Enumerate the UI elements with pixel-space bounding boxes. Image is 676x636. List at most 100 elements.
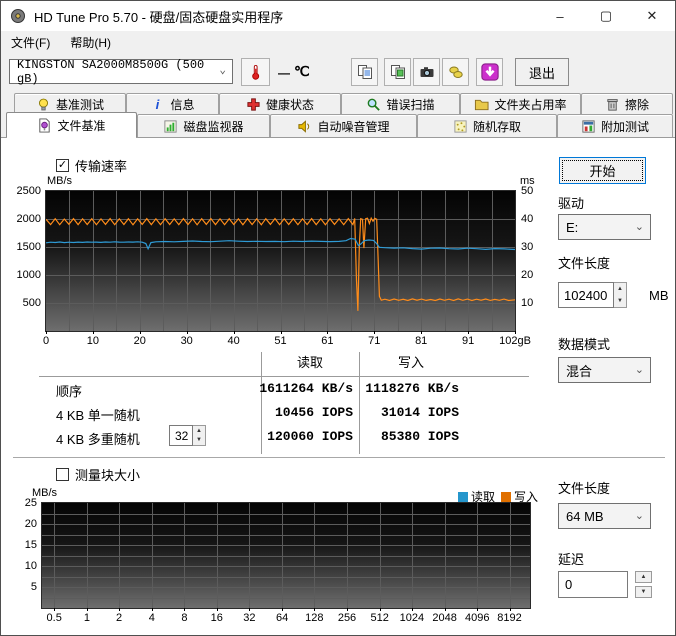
bulb-icon <box>38 98 48 110</box>
info-icon: i <box>156 97 160 112</box>
axis-tick-mark <box>468 331 470 334</box>
row-label-sequential: 顺序 <box>56 384 83 399</box>
axis-tick-label: 102gB <box>499 335 531 347</box>
column-header-write: 写入 <box>397 355 424 370</box>
temperature-unit: ℃ <box>294 63 310 79</box>
delay-spinner[interactable]: ▲ ▼ <box>635 571 652 598</box>
spin-down-icon[interactable]: ▼ <box>193 436 205 446</box>
row-label-4k-single: 4 KB 单一随机 <box>56 408 140 423</box>
delay-value: 0 <box>565 577 573 592</box>
axis-tick-label: 256 <box>337 612 357 624</box>
start-button[interactable]: 开始 <box>559 157 646 184</box>
selected-tab-connector <box>7 137 136 138</box>
delay-input[interactable]: 0 <box>558 571 628 598</box>
copy-image-button[interactable] <box>384 58 411 86</box>
maximize-button[interactable]: ▢ <box>583 1 629 31</box>
4k-multi-write-value: 85380 IOPS <box>380 429 459 444</box>
axis-tick-label: 512 <box>370 612 389 624</box>
axis-tick-mark <box>151 608 153 611</box>
tab-auto-acoustic[interactable]: 自动噪音管理 <box>270 114 417 137</box>
queue-depth-spinner[interactable]: 32 ▲ ▼ <box>169 425 206 446</box>
bar-chart-icon <box>164 119 178 133</box>
chevron-down-icon: ⌄ <box>634 509 644 522</box>
random-dots-icon <box>454 119 467 133</box>
update-button[interactable] <box>476 58 503 86</box>
file-length-spinner[interactable]: 102400 ▲ ▼ <box>558 282 627 308</box>
tab-error-scan[interactable]: 错误扫描 <box>341 93 460 114</box>
thermometer-icon <box>252 64 260 80</box>
tab-folder-usage[interactable]: 文件夹占用率 <box>460 93 581 114</box>
copy-image-icon <box>390 65 405 79</box>
checkbox-unchecked[interactable] <box>56 468 69 481</box>
data-mode-value: 混合 <box>566 363 593 379</box>
spin-up-icon[interactable]: ▲ <box>193 426 205 436</box>
axis-tick-label: 30 <box>521 241 534 253</box>
sequential-write-value: 1118276 KB/s <box>365 381 459 396</box>
tab-label: 基准测试 <box>55 97 104 112</box>
spin-up-icon[interactable]: ▲ <box>635 571 652 583</box>
close-button[interactable]: ✕ <box>629 1 675 31</box>
menu-file[interactable]: 文件(F) <box>1 31 60 53</box>
spin-down-icon[interactable]: ▼ <box>614 295 626 307</box>
axis-tick-label: 1500 <box>16 241 41 253</box>
spinner-buttons[interactable]: ▲ ▼ <box>193 425 206 446</box>
file-benchmark-panel: ✓ 传输速率 MB/s ms 0 10 20 30 40 51 61 71 81 91 102gB 2… <box>1 137 675 635</box>
axis-tick-mark <box>184 608 186 611</box>
tab-health[interactable]: 健康状态 <box>219 93 341 114</box>
axis-tick-label: 64 <box>275 612 289 624</box>
axis-tick-label: 15 <box>24 539 37 551</box>
tab-info[interactable]: i 信息 <box>126 93 219 114</box>
spin-down-icon[interactable]: ▼ <box>635 586 652 598</box>
axis-tick-label: 61 <box>321 335 334 347</box>
screenshot-button[interactable] <box>413 58 440 86</box>
table-header-rule <box>39 376 529 377</box>
axis-tick-mark <box>249 608 251 611</box>
axis-tick-label: 91 <box>461 335 475 347</box>
temperature-button[interactable] <box>241 58 270 86</box>
drive-dropdown[interactable]: E: ⌄ <box>558 214 651 240</box>
axis-tick-label: 40 <box>521 213 534 225</box>
chevron-down-icon: ⌄ <box>634 363 644 376</box>
axis-tick-label: 51 <box>274 335 287 347</box>
axis-tick-label: 81 <box>415 335 428 347</box>
tab-extra-tests[interactable]: 附加测试 <box>557 114 673 137</box>
axis-tick-mark <box>515 331 516 334</box>
app-disk-icon <box>11 9 25 23</box>
transfer-rate-chart: 0 10 20 30 40 51 61 71 81 91 102gB 2500 2000 1500 1000… <box>17 185 534 347</box>
transfer-rate-checkbox[interactable]: ✓ 传输速率 <box>56 156 127 175</box>
exit-button[interactable]: 退出 <box>515 58 569 86</box>
menu-help[interactable]: 帮助(H) <box>60 31 121 53</box>
block-file-length-label: 文件长度 <box>558 481 611 496</box>
trash-icon <box>607 98 618 111</box>
axis-tick-mark <box>444 608 446 611</box>
spin-up-icon[interactable]: ▲ <box>614 283 626 295</box>
axis-tick-mark <box>374 331 376 334</box>
block-size-checkbox[interactable]: 测量块大小 <box>56 465 140 484</box>
tab-erase[interactable]: 擦除 <box>581 93 673 114</box>
axis-tick-label: 16 <box>210 612 223 624</box>
data-mode-dropdown[interactable]: 混合 ⌄ <box>558 357 651 383</box>
sequential-read-value: 1611264 KB/s <box>259 381 353 396</box>
tab-disk-monitor[interactable]: 磁盘监视器 <box>137 114 270 137</box>
drive-select-dropdown[interactable]: KINGSTON SA2000M8500G (500 gB) ⌄ <box>9 57 233 86</box>
tab-random-access[interactable]: 随机存取 <box>417 114 557 137</box>
drive-select-value: KINGSTON SA2000M8500G (500 gB) <box>17 57 205 86</box>
copy-text-button[interactable] <box>351 58 378 86</box>
tab-file-benchmark[interactable]: 文件基准 <box>6 112 137 137</box>
tab-benchmark[interactable]: 基准测试 <box>14 93 126 114</box>
minimize-button[interactable]: – <box>537 1 583 31</box>
queue-depth-value[interactable]: 32 <box>169 425 193 446</box>
tab-label: 错误扫描 <box>386 97 435 112</box>
purchase-button[interactable] <box>442 58 469 86</box>
read-legend-swatch <box>458 491 468 502</box>
block-size-label: 测量块大小 <box>75 468 141 483</box>
axis-tick-label: 25 <box>24 497 37 509</box>
tab-label: 文件基准 <box>57 118 106 133</box>
checkbox-checked[interactable]: ✓ <box>56 159 69 172</box>
health-cross-icon <box>247 97 260 111</box>
file-benchmark-icon <box>39 117 51 133</box>
file-length-value[interactable]: 102400 <box>558 282 614 308</box>
block-file-length-dropdown[interactable]: 64 MB ⌄ <box>558 503 651 529</box>
axis-tick-mark <box>327 331 329 334</box>
spinner-buttons[interactable]: ▲ ▼ <box>614 282 627 308</box>
